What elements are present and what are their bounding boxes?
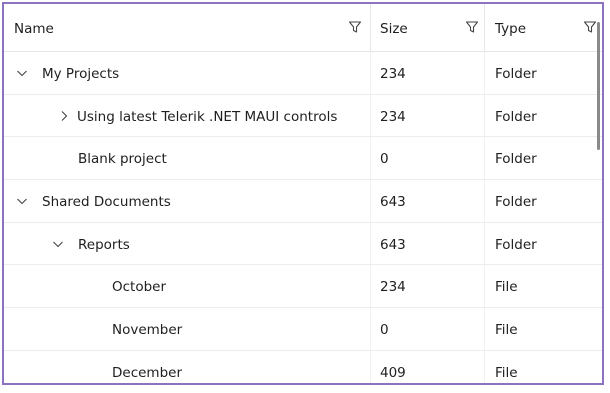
row-type-label: File bbox=[495, 279, 518, 296]
chevron-down-icon[interactable] bbox=[16, 67, 28, 79]
name-cell[interactable]: December bbox=[4, 351, 370, 383]
row-name-label: October bbox=[112, 279, 167, 296]
filter-icon[interactable] bbox=[465, 20, 479, 34]
column-header-size[interactable]: Size bbox=[371, 4, 484, 51]
size-cell[interactable]: 234 bbox=[370, 52, 484, 94]
row-name-label: Reports bbox=[78, 236, 130, 253]
chevron-right-icon[interactable] bbox=[58, 110, 70, 122]
size-cell[interactable]: 0 bbox=[370, 308, 484, 350]
size-cell[interactable]: 409 bbox=[370, 351, 484, 383]
type-cell[interactable]: Folder bbox=[484, 180, 602, 222]
size-cell[interactable]: 234 bbox=[370, 265, 484, 307]
vertical-scrollbar[interactable] bbox=[597, 22, 600, 150]
table-row[interactable]: Blank project 0 Folder bbox=[4, 137, 602, 181]
row-name-label: Shared Documents bbox=[42, 194, 171, 211]
row-type-label: Folder bbox=[495, 108, 537, 125]
row-type-label: File bbox=[495, 322, 518, 339]
column-header-type-label: Type bbox=[495, 21, 527, 37]
row-size-label: 234 bbox=[380, 108, 406, 125]
row-type-label: Folder bbox=[495, 194, 537, 211]
type-cell[interactable]: Folder bbox=[484, 52, 602, 94]
chevron-down-icon[interactable] bbox=[16, 195, 28, 207]
type-cell[interactable]: Folder bbox=[484, 223, 602, 265]
row-size-label: 0 bbox=[380, 151, 389, 168]
table-row[interactable]: Reports 643 Folder bbox=[4, 222, 602, 266]
type-cell[interactable]: File bbox=[484, 308, 602, 350]
type-cell[interactable]: Folder bbox=[484, 137, 602, 179]
row-type-label: Folder bbox=[495, 66, 537, 82]
table-row[interactable]: November 0 File bbox=[4, 308, 602, 351]
table-row[interactable]: My Projects 234 Folder bbox=[4, 52, 602, 95]
size-cell[interactable]: 0 bbox=[370, 137, 484, 179]
column-header-size-label: Size bbox=[380, 21, 408, 37]
size-cell[interactable]: 234 bbox=[370, 95, 484, 137]
column-header-name-label: Name bbox=[14, 21, 54, 37]
name-cell[interactable]: Reports bbox=[4, 223, 370, 265]
row-name-label: My Projects bbox=[42, 66, 120, 82]
table-row[interactable]: Using latest Telerik .NET MAUI controls 2… bbox=[4, 94, 602, 138]
type-cell[interactable]: Folder bbox=[484, 95, 602, 137]
filter-icon[interactable] bbox=[583, 20, 597, 34]
row-size-label: 409 bbox=[380, 364, 406, 381]
row-size-label: 234 bbox=[380, 279, 406, 296]
row-size-label: 643 bbox=[380, 236, 406, 253]
size-cell[interactable]: 643 bbox=[370, 223, 484, 265]
row-name-label: Blank project bbox=[78, 151, 167, 168]
grid-header: Name Size Type bbox=[4, 4, 602, 52]
row-type-label: Folder bbox=[495, 151, 537, 168]
row-type-label: File bbox=[495, 364, 518, 381]
name-cell[interactable]: My Projects bbox=[4, 52, 370, 94]
name-cell[interactable]: November bbox=[4, 308, 370, 350]
table-row[interactable]: October 234 File bbox=[4, 265, 602, 309]
table-row[interactable]: Shared Documents 643 Folder bbox=[4, 180, 602, 223]
chevron-down-icon[interactable] bbox=[52, 238, 64, 250]
row-name-label: December bbox=[112, 364, 183, 381]
row-size-label: 643 bbox=[380, 194, 406, 211]
row-name-label: November bbox=[112, 322, 183, 339]
row-type-label: Folder bbox=[495, 236, 537, 253]
type-cell[interactable]: File bbox=[484, 351, 602, 383]
name-cell[interactable]: Using latest Telerik .NET MAUI controls bbox=[4, 95, 370, 137]
row-name-label: Using latest Telerik .NET MAUI controls bbox=[77, 108, 338, 125]
name-cell[interactable]: Blank project bbox=[4, 137, 370, 179]
type-cell[interactable]: File bbox=[484, 265, 602, 307]
name-cell[interactable]: Shared Documents bbox=[4, 180, 370, 222]
table-row[interactable]: December 409 File bbox=[4, 350, 602, 383]
filter-icon[interactable] bbox=[348, 20, 362, 34]
size-cell[interactable]: 643 bbox=[370, 180, 484, 222]
name-cell[interactable]: October bbox=[4, 265, 370, 307]
row-size-label: 234 bbox=[380, 66, 406, 82]
column-header-name[interactable]: Name bbox=[4, 4, 370, 51]
column-header-type[interactable]: Type bbox=[485, 4, 602, 51]
row-size-label: 0 bbox=[380, 322, 389, 339]
tree-data-grid: Name Size Type My Projects 234 Folder Using… bbox=[2, 2, 604, 385]
grid-body: My Projects 234 Folder Using latest Telerik… bbox=[4, 52, 602, 383]
